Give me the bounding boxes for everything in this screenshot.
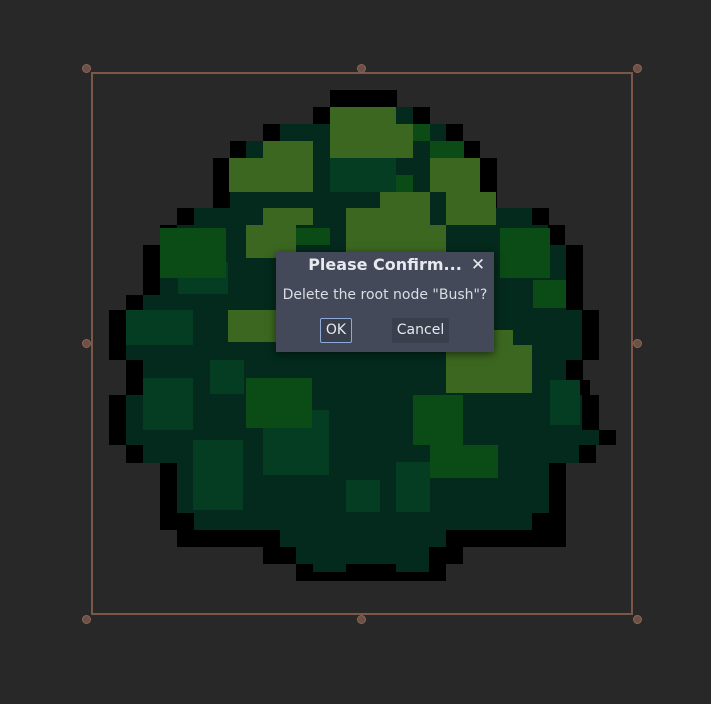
resize-handle-top-left[interactable] xyxy=(82,64,91,73)
resize-handle-bottom[interactable] xyxy=(357,615,366,624)
dialog-title: Please Confirm... xyxy=(308,255,462,274)
resize-handle-right[interactable] xyxy=(633,339,642,348)
resize-handle-left[interactable] xyxy=(82,339,91,348)
ok-button[interactable]: OK xyxy=(320,318,352,343)
resize-handle-top[interactable] xyxy=(357,64,366,73)
cancel-button[interactable]: Cancel xyxy=(392,318,449,343)
resize-handle-top-right[interactable] xyxy=(633,64,642,73)
resize-handle-bottom-left[interactable] xyxy=(82,615,91,624)
resize-handle-bottom-right[interactable] xyxy=(633,615,642,624)
close-icon[interactable]: ✕ xyxy=(469,254,487,276)
dialog-message: Delete the root node "Bush"? xyxy=(282,287,488,303)
confirm-dialog: Please Confirm... ✕ Delete the root node… xyxy=(276,252,494,352)
canvas-viewport[interactable] xyxy=(0,0,711,704)
